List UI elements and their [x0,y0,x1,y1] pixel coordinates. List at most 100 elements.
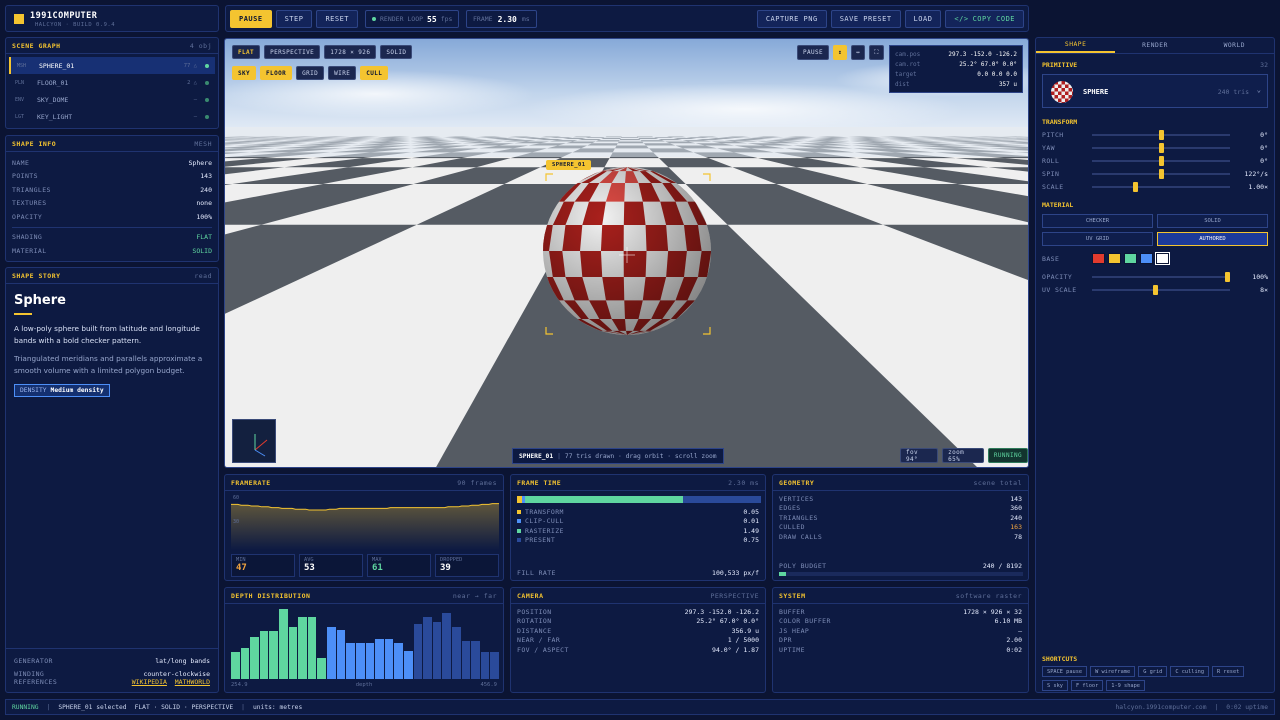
mathworld-link[interactable]: MATHWORLD [175,678,210,686]
yaw-slider[interactable] [1092,143,1230,154]
horizontal-axis-icon[interactable]: ↔ [851,45,866,60]
legend-swatch [517,528,521,533]
transform-spin: SPIN 122°/s [1042,168,1268,179]
depth-bin-27 [490,652,500,679]
vertical-axis-icon[interactable]: ↕ [833,45,848,60]
visibility-dot-icon[interactable] [205,97,209,102]
color-swatch[interactable] [1092,253,1105,265]
view-mode-tag[interactable]: 1728 × 926 [324,45,377,59]
primitive-select[interactable]: SPHERE 240 tris ⌄ [1042,74,1268,108]
scene-item-sphere_01[interactable]: MSH SPHERE_01 77 △ [9,57,215,74]
material-solid[interactable]: SOLID [1157,213,1268,228]
visibility-dot-icon[interactable] [205,63,209,68]
opacity-slider[interactable] [1092,271,1230,282]
camera-readout: cam.pos 297.3 -152.0 -126.2 cam.rot 25.2° 6… [889,45,1023,93]
copy-code-button[interactable]: </> COPY CODE [945,10,1024,28]
scene-item-floor_01[interactable]: PLN FLOOR_01 2 △ [9,74,215,91]
material-checker[interactable]: CHECKER [1042,213,1153,228]
material-authored[interactable]: AUTHORED [1157,231,1268,246]
shortcut-chip: W wireframe [1090,666,1136,677]
shortcut-chip: SPACE pause [1042,666,1088,677]
geometry-row: DRAW CALLS 78 [779,532,1022,541]
step-button[interactable]: STEP [275,10,313,28]
stat-min: MIN 47 [231,554,295,577]
brand-panel: 1991COMPUTER HALCYON · BUILD 0.9.4 [5,5,219,32]
info-row: NAME Sphere [12,158,212,167]
viewport[interactable]: SPHERE_01 FLAT PERSPECTIVE 1728 × 926 SOLID… [224,38,1029,468]
transform-roll: ROLL 0° [1042,155,1268,166]
viewport-status: SPHERE_01 | 77 tris drawn · drag orbit ·… [512,448,724,464]
app-subtitle: HALCYON · BUILD 0.9.4 [35,22,116,28]
toggle-grid[interactable]: GRID [296,66,325,80]
depth-bin-12 [346,642,355,679]
view-mode-tag[interactable]: FLAT [232,45,261,59]
toggle-cull[interactable]: CULL [360,66,389,80]
fov-readout: fov 94° [900,448,939,463]
load-button[interactable]: LOAD [904,10,942,28]
depth-bin-2 [250,637,259,679]
viewport-canvas[interactable] [225,39,1029,468]
depth-bin-4 [269,631,279,679]
legend-swatch [517,519,521,524]
color-swatch[interactable] [1124,253,1137,265]
y-tick-mid: 30 [233,519,240,525]
color-swatch[interactable] [1140,253,1153,265]
pitch-slider[interactable] [1092,130,1230,141]
shortcut-chip: R reset [1212,666,1245,677]
y-tick-top: 60 [233,495,240,501]
run-state: RUNNING [12,703,39,711]
fullscreen-icon[interactable]: ⛶ [869,45,884,60]
depth-bin-1 [240,647,250,679]
visibility-dot-icon[interactable] [205,114,209,119]
transform-yaw: YAW 0° [1042,143,1268,154]
framerate-area [231,503,499,550]
info-row: MATERIAL SOLID [12,246,212,255]
reset-button[interactable]: RESET [316,10,359,28]
fps-value: 55 [427,14,437,24]
material-uv-grid[interactable]: UV GRID [1042,231,1153,246]
view-mode-tag[interactable]: PERSPECTIVE [264,45,321,59]
view-mode-tag[interactable]: SOLID [380,45,413,59]
uv-scale-slider[interactable] [1092,285,1230,296]
depth-bin-13 [355,642,365,679]
toggle-wire[interactable]: WIRE [328,66,357,80]
frame-time-row: CLIP-CULL 0.01 [511,517,765,527]
scale-slider[interactable] [1092,181,1230,192]
story-p1: A low-poly sphere built from latitude an… [14,324,200,345]
geometry-row: EDGES 360 [779,504,1022,513]
chevron-down-icon: ⌄ [1256,86,1261,94]
tab-render[interactable]: RENDER [1115,38,1194,53]
save-preset-button[interactable]: SAVE PRESET [830,10,901,28]
heading-underline [14,313,32,315]
app-title: 1991COMPUTER [30,11,98,21]
logo-icon [14,14,24,24]
system-row: DPR 2.00 [779,636,1022,645]
code-icon: </> [954,15,969,23]
frame-readout: FRAME 2.30 ms [466,10,537,28]
capture-png-button[interactable]: CAPTURE PNG [756,10,827,28]
frame-time-bar [517,496,761,503]
frame-time-row: RASTERIZE 1.49 [511,526,765,536]
depth-bin-20 [423,617,432,679]
tab-shape[interactable]: SHAPE [1036,38,1116,53]
visibility-dot-icon[interactable] [205,80,209,85]
meta-row: GENERATOR lat/long bands [14,656,210,665]
viewport-pause-button[interactable]: PAUSE [797,45,830,60]
cam-row: cam.rot 25.2° 67.0° 0.0° [895,60,1017,68]
tab-world[interactable]: WORLD [1195,38,1274,53]
inspector-panel: SHAPE RENDER WORLD PRIMITIVE 32 SPHERE 240… [1035,37,1275,693]
color-swatch[interactable] [1108,253,1121,265]
spin-slider[interactable] [1092,168,1230,179]
color-swatch[interactable] [1155,252,1170,266]
legend-swatch [517,509,521,514]
pause-button[interactable]: PAUSE [230,10,272,28]
render-loop-readout: RENDER LOOP 55 fps [365,10,460,28]
wikipedia-link[interactable]: WIKIPEDIA [132,678,167,686]
scene-item-sky_dome[interactable]: ENV SKY_DOME — [9,91,215,108]
shortcut-chip: S sky [1042,680,1068,691]
toggle-floor[interactable]: FLOOR [260,66,293,80]
shortcut-chip: F floor [1070,680,1104,691]
toggle-sky[interactable]: SKY [232,66,257,80]
scene-item-key_light[interactable]: LGT KEY_LIGHT — [9,108,215,125]
roll-slider[interactable] [1092,155,1230,166]
